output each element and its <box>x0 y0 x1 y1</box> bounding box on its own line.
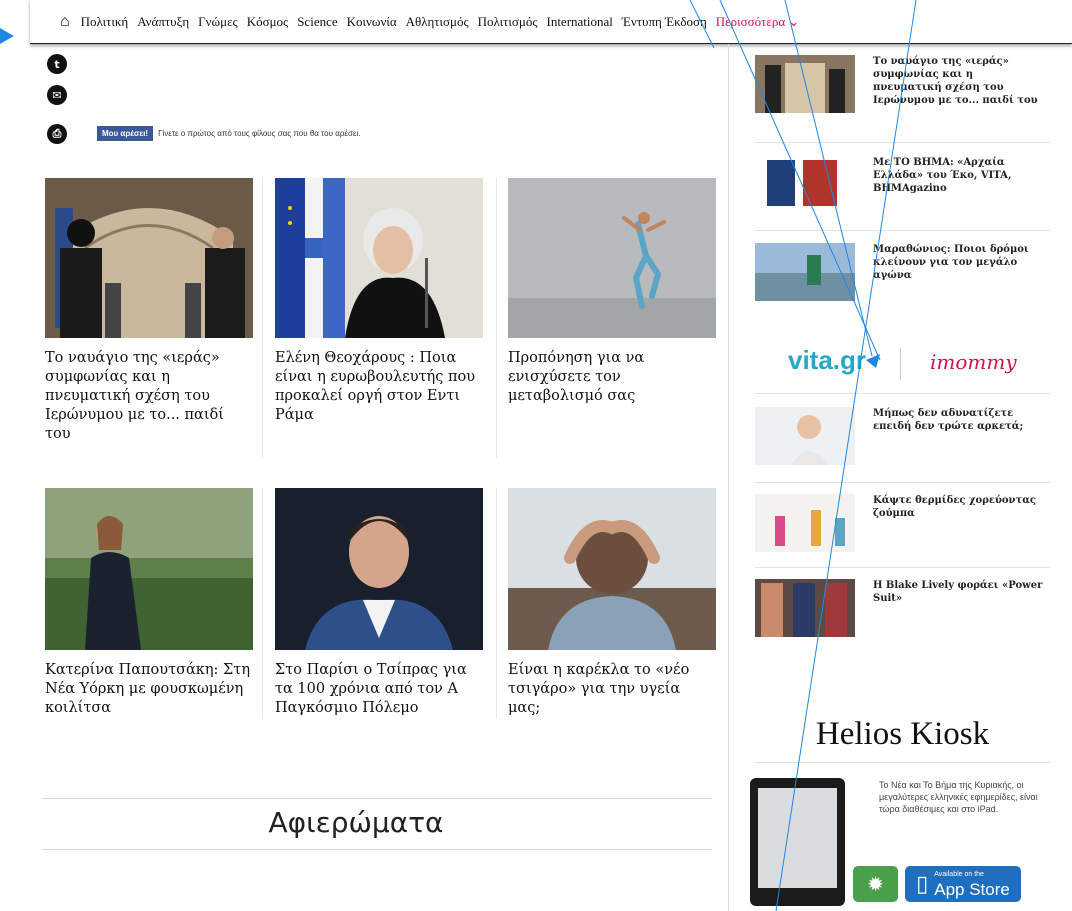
article-card[interactable]: Κατερίνα Παπουτσάκη: Στη Νέα Υόρκη με φο… <box>45 488 253 718</box>
nav-item-politics[interactable]: Πολιτική <box>81 14 129 30</box>
section-title: Αφιερώματα <box>268 806 444 839</box>
divider <box>755 482 1050 483</box>
nav-item-sports[interactable]: Αθλητισμός <box>406 14 469 30</box>
pointer-arrow-icon <box>0 28 14 44</box>
divider <box>900 348 901 380</box>
print-icon[interactable]: ⎙ <box>47 124 67 144</box>
sidebar-thumb[interactable] <box>755 407 855 465</box>
sidebar-article-title[interactable]: Μαραθώνιος: Ποιοι δρόμοι κλείνουν για το… <box>873 243 1045 282</box>
sidebar-thumb[interactable] <box>755 156 855 214</box>
twitter-icon[interactable]: t <box>47 54 67 74</box>
app-store-badge[interactable]: ▯ Available on the App Store <box>905 866 1021 902</box>
helios-app-icon[interactable]: ✹ <box>853 866 898 902</box>
ipad-image <box>750 778 845 906</box>
sidebar-article[interactable]: Μαραθώνιος: Ποιοι δρόμοι κλείνουν για το… <box>755 243 1045 305</box>
section-divider-bottom <box>42 849 712 850</box>
nav-more-menu[interactable]: Περισσότερα ⌄ <box>716 14 799 30</box>
nav-item-print-edition[interactable]: Έντυπη Έκδοση <box>622 14 707 30</box>
sidebar-article-title[interactable]: Η Blake Lively φοράει «Power Suit» <box>873 579 1045 605</box>
divider <box>496 488 497 718</box>
top-nav: ⌂ Πολιτική Ανάπτυξη Γνώμες Κόσμος Scienc… <box>30 0 1072 44</box>
sidebar-article[interactable]: Το ναυάγιο της «ιεράς» συμφωνίας και η π… <box>755 55 1045 117</box>
divider <box>755 230 1050 231</box>
divider <box>755 567 1050 568</box>
sidebar-article[interactable]: Μήπως δεν αδυνατίζετε επειδή δεν τρώτε α… <box>755 407 1045 469</box>
nav-item-science[interactable]: Science <box>297 14 337 30</box>
article-image-chair[interactable] <box>508 488 716 650</box>
kiosk-title: Helios Kiosk <box>815 716 990 752</box>
article-card[interactable]: Στο Παρίσι ο Τσίπρας για τα 100 χρόνια α… <box>275 488 483 718</box>
divider <box>262 178 263 458</box>
facebook-like-text: Γίνετε ο πρώτος από τους φίλους σας που … <box>158 129 361 138</box>
nav-item-development[interactable]: Ανάπτυξη <box>137 14 189 30</box>
article-image-archbishop[interactable] <box>45 178 253 338</box>
article-title[interactable]: Προπόνηση για να ενισχύσετε τον μεταβολι… <box>508 349 716 406</box>
vita-logo-text: vita.gr <box>788 345 867 375</box>
annotation-arrowhead-icon <box>866 354 880 368</box>
nav-item-society[interactable]: Κοινωνία <box>347 14 397 30</box>
divider <box>496 178 497 458</box>
article-image-workout[interactable] <box>508 178 716 338</box>
imommy-logo-text: imommy <box>930 350 1017 374</box>
sidebar-thumb[interactable] <box>755 55 855 113</box>
email-icon[interactable]: ✉ <box>47 85 67 105</box>
article-image-speaker[interactable] <box>275 178 483 338</box>
sidebar-thumb[interactable] <box>755 243 855 301</box>
article-title[interactable]: Είναι η καρέκλα το «νέο τσιγάρο» για την… <box>508 661 716 718</box>
sidebar-thumb[interactable] <box>755 579 855 637</box>
article-title[interactable]: Κατερίνα Παπουτσάκη: Στη Νέα Υόρκη με φο… <box>45 661 253 718</box>
nav-item-opinions[interactable]: Γνώμες <box>198 14 238 30</box>
sidebar-article-title[interactable]: Με ΤΟ ΒΗΜΑ: «Αρχαία Ελλάδα» του Έκο, VIT… <box>873 156 1045 195</box>
sidebar-divider <box>728 44 729 911</box>
section-divider-top <box>42 798 712 799</box>
divider <box>755 762 1050 763</box>
article-card[interactable]: Το ναυάγιο της «ιεράς» συμφωνίας και η π… <box>45 178 253 444</box>
article-title[interactable]: Το ναυάγιο της «ιεράς» συμφωνίας και η π… <box>45 349 253 444</box>
article-title[interactable]: Ελένη Θεοχάρους : Ποια είναι η ευρωβουλε… <box>275 349 483 425</box>
article-image-tsipras[interactable] <box>275 488 483 650</box>
sidebar-article[interactable]: Η Blake Lively φοράει «Power Suit» <box>755 579 1045 641</box>
apple-icon: ▯ <box>916 871 929 896</box>
article-card[interactable]: Προπόνηση για να ενισχύσετε τον μεταβολι… <box>508 178 716 406</box>
vita-logo[interactable]: vita.gr <box>788 345 866 376</box>
sidebar-thumb[interactable] <box>755 494 855 552</box>
nav-item-culture[interactable]: Πολιτισμός <box>478 14 538 30</box>
nav-item-world[interactable]: Κόσμος <box>247 14 289 30</box>
divider <box>262 488 263 718</box>
article-title[interactable]: Στο Παρίσι ο Τσίπρας για τα 100 χρόνια α… <box>275 661 483 718</box>
article-image-actress[interactable] <box>45 488 253 650</box>
sidebar-article-title[interactable]: Μήπως δεν αδυνατίζετε επειδή δεν τρώτε α… <box>873 407 1045 433</box>
kiosk-description: Το Νέα και Το Βήμα της Κυριακής, οι μεγα… <box>879 780 1038 814</box>
home-icon[interactable]: ⌂ <box>60 13 70 31</box>
article-card[interactable]: Ελένη Θεοχάρους : Ποια είναι η ευρωβουλε… <box>275 178 483 425</box>
article-card[interactable]: Είναι η καρέκλα το «νέο τσιγάρο» για την… <box>508 488 716 718</box>
facebook-like-button[interactable]: Μου αρέσει! <box>97 126 154 141</box>
facebook-like-row: Μου αρέσει! Γίνετε ο πρώτος από τους φίλ… <box>97 126 360 141</box>
imommy-logo[interactable]: imommy <box>930 350 1017 374</box>
divider <box>755 393 1050 394</box>
sidebar-article-title[interactable]: Κάψτε θερμίδες χορεύοντας ζούμπα <box>873 494 1045 520</box>
sidebar-article-title[interactable]: Το ναυάγιο της «ιεράς» συμφωνίας και η π… <box>873 55 1045 107</box>
sidebar-article[interactable]: Κάψτε θερμίδες χορεύοντας ζούμπα <box>755 494 1045 556</box>
sidebar-article[interactable]: Με ΤΟ ΒΗΜΑ: «Αρχαία Ελλάδα» του Έκο, VIT… <box>755 156 1045 218</box>
badge-big-text: App Store <box>934 880 1010 899</box>
nav-item-international[interactable]: International <box>546 14 612 30</box>
divider <box>755 142 1050 143</box>
